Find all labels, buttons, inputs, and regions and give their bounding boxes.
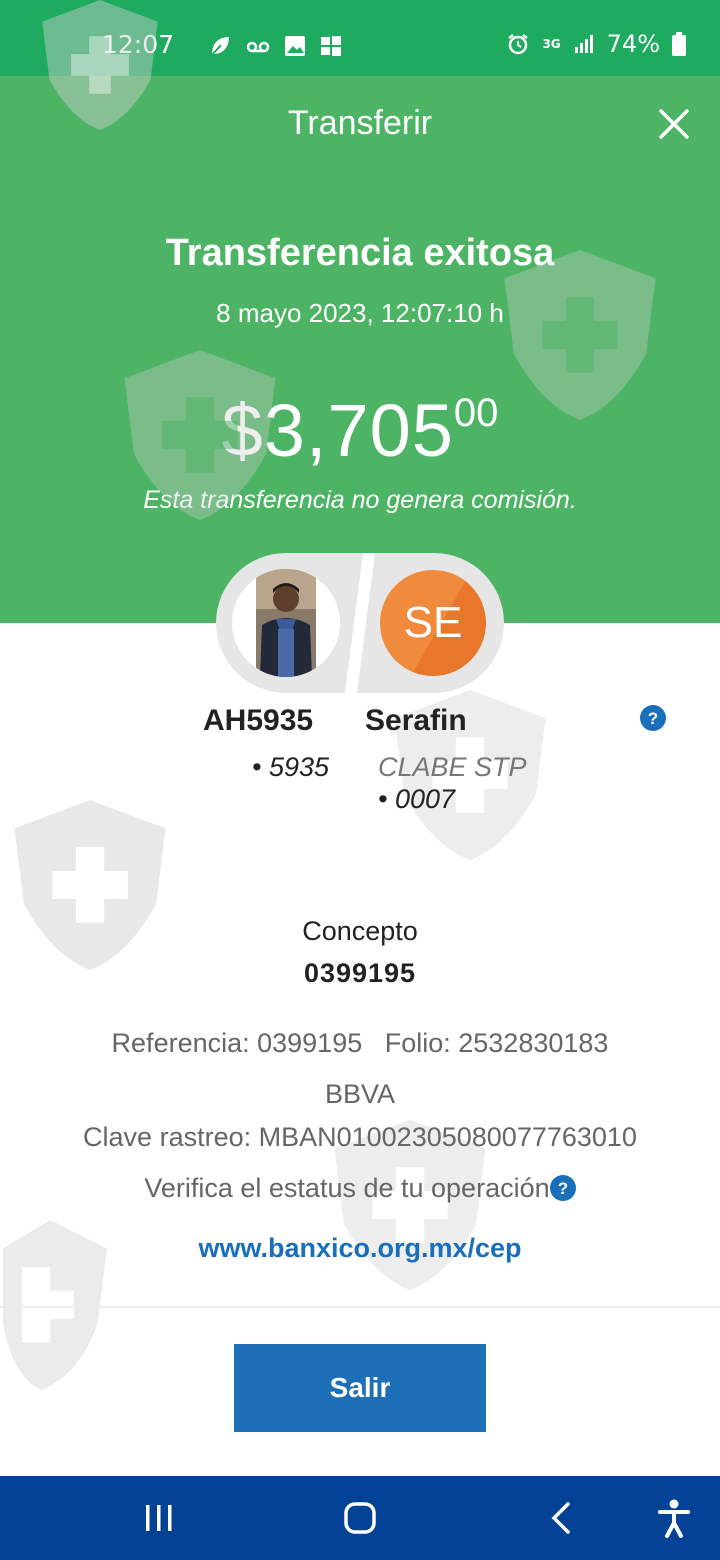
accessibility-icon (658, 1499, 690, 1538)
status-time: 12:07 (102, 30, 175, 59)
voicemail-icon (246, 41, 270, 53)
help-icon[interactable]: ? (640, 705, 666, 731)
status-bar: 12:07 3G 74% (0, 0, 720, 76)
exit-button[interactable]: Salir (234, 1344, 486, 1432)
sender-name: AH5935 (203, 704, 314, 737)
receiver-name: Serafin (365, 704, 467, 737)
banxico-link[interactable]: www.banxico.org.mx/cep (0, 1233, 720, 1264)
amount-main: $3,705 (221, 389, 454, 472)
bank-name: BBVA (324, 1079, 396, 1109)
alarm-icon (508, 34, 529, 55)
transfer-amount: $3,70500 (0, 388, 720, 473)
help-icon[interactable]: ? (549, 1175, 576, 1201)
person-photo-icon (256, 569, 316, 677)
sender-avatar (232, 569, 340, 677)
recent-apps-icon (146, 1505, 172, 1531)
close-icon[interactable] (658, 108, 690, 140)
status-notification-icons (208, 34, 342, 58)
windows-icon (321, 36, 341, 56)
signal-icon (574, 35, 593, 53)
back-button[interactable] (538, 1494, 586, 1542)
pill-divider (345, 553, 375, 693)
reference-folio: Referencia: 0399195 Folio: 2532830183 (111, 1028, 609, 1058)
verify-status-text: Verifica el estatus de tu operación (144, 1173, 550, 1203)
svg-text:?: ? (648, 709, 658, 728)
receiver-account-type: CLABE STP (378, 752, 527, 782)
page-title: Transferir (287, 104, 433, 142)
status-system-icons: 3G 74% (506, 30, 686, 58)
receiver-account: • 0007 (378, 784, 456, 814)
battery-icon (672, 32, 686, 56)
success-header-background (0, 76, 720, 623)
tracking-key: Clave rastreo: MBAN01002305080077763010 (83, 1122, 637, 1152)
sender-account: • 5935 (252, 752, 330, 782)
recent-apps-button[interactable] (135, 1494, 183, 1542)
concept-label: Concepto (302, 916, 418, 946)
divider (0, 1306, 720, 1308)
success-title: Transferencia exitosa (165, 232, 555, 274)
image-icon (285, 36, 305, 56)
fee-note: Esta transferencia no genera comisión. (143, 486, 577, 514)
amount-cents: 00 (453, 391, 499, 435)
concept-value: 0399195 (303, 958, 417, 988)
network-type: 3G (542, 37, 561, 51)
system-navigation-bar (0, 1476, 720, 1560)
verify-status: Verifica el estatus de tu operación? (0, 1173, 720, 1204)
home-button[interactable] (336, 1494, 384, 1542)
home-icon (344, 1502, 376, 1534)
svg-text:?: ? (557, 1179, 567, 1198)
receiver-avatar: SE (380, 570, 486, 676)
accessibility-button[interactable] (650, 1494, 698, 1542)
battery-percent: 74% (606, 30, 660, 58)
transfer-date: 8 mayo 2023, 12:07:10 h (216, 298, 504, 328)
leaf-icon (211, 37, 229, 56)
back-icon (551, 1502, 570, 1534)
